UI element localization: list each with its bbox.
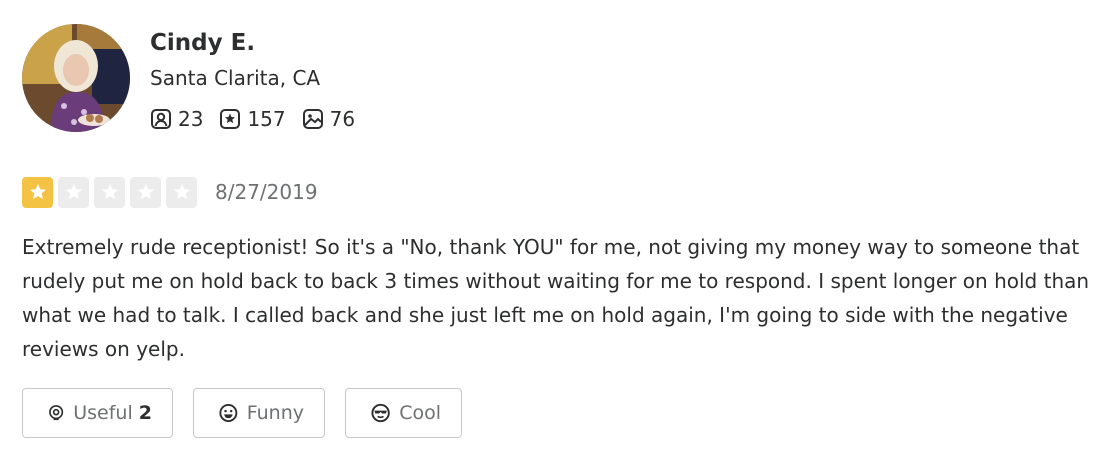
sunglasses-icon <box>371 403 390 423</box>
star-icon <box>29 184 46 199</box>
star-empty <box>166 176 197 208</box>
reviews-stat: 157 <box>219 107 286 131</box>
funny-button[interactable]: Funny <box>193 388 325 438</box>
review-card: Cindy E. Santa Clarita, CA 23 157 76 8/2… <box>0 0 1118 453</box>
lightbulb-icon <box>49 405 64 421</box>
star-rating <box>22 176 202 208</box>
smile-icon <box>219 404 238 422</box>
review-text: Extremely rude receptionist! So it's a "… <box>22 235 1090 361</box>
photo-icon <box>302 109 323 129</box>
useful-label: Useful <box>73 402 133 424</box>
friends-stat: 23 <box>150 107 203 131</box>
star-icon <box>65 184 82 199</box>
user-name[interactable]: Cindy E. <box>150 28 255 58</box>
friends-icon <box>151 109 171 129</box>
user-stats: 23 157 76 <box>150 104 371 134</box>
useful-count: 2 <box>138 402 152 424</box>
star-empty <box>130 176 161 208</box>
cool-label: Cool <box>399 402 441 424</box>
friends-count: 23 <box>178 107 204 131</box>
star-icon <box>137 184 154 199</box>
star-icon <box>101 184 118 199</box>
photos-count: 76 <box>329 107 356 131</box>
review-date: 8/27/2019 <box>215 180 318 204</box>
photos-stat: 76 <box>302 107 355 131</box>
useful-button[interactable]: Useful 2 <box>22 388 173 438</box>
star-review-icon <box>220 109 241 129</box>
reviews-count: 157 <box>247 107 286 131</box>
funny-label: Funny <box>246 402 304 424</box>
star-filled <box>22 176 53 208</box>
avatar[interactable] <box>22 24 130 132</box>
user-location: Santa Clarita, CA <box>150 66 321 90</box>
star-empty <box>94 176 125 208</box>
star-icon <box>173 184 190 199</box>
star-empty <box>58 176 89 208</box>
user-photo <box>22 24 130 132</box>
reaction-buttons: Useful 2 Funny Cool <box>22 388 482 438</box>
rating-row: 8/27/2019 <box>22 175 318 209</box>
cool-button[interactable]: Cool <box>345 388 462 438</box>
